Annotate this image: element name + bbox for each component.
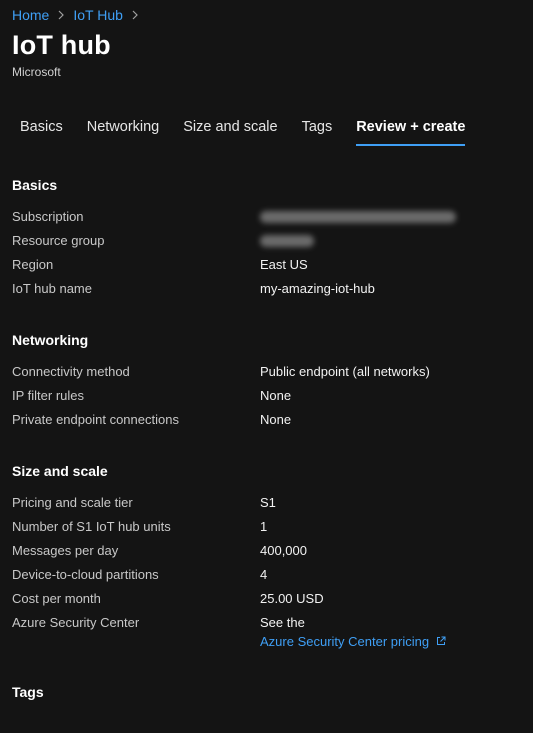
publisher-subtitle: Microsoft [12, 65, 61, 79]
row-label: IP filter rules [12, 388, 85, 403]
subscription-value-redacted [260, 209, 456, 226]
external-link-icon [436, 634, 446, 645]
summary-row-ip-filter: IP filter rules None [12, 388, 522, 406]
resource-group-value-redacted [260, 233, 314, 250]
row-label: Connectivity method [12, 364, 130, 379]
row-label: Number of S1 IoT hub units [12, 519, 171, 534]
row-value: East US [260, 257, 308, 272]
row-label: Private endpoint connections [12, 412, 179, 427]
row-value: my-amazing-iot-hub [260, 281, 375, 296]
summary-row-messages: Messages per day 400,000 [12, 543, 522, 561]
summary-row-hub-name: IoT hub name my-amazing-iot-hub [12, 281, 522, 299]
redacted-blur [260, 211, 456, 223]
section-title-basics: Basics [12, 177, 58, 193]
summary-row-resource-group: Resource group [12, 233, 522, 251]
row-value: See the Azure Security Center pricing [260, 615, 446, 649]
row-label: Subscription [12, 209, 84, 224]
tab-tags[interactable]: Tags [290, 116, 345, 146]
security-center-pricing-link[interactable]: Azure Security Center pricing [260, 634, 429, 649]
tab-networking[interactable]: Networking [75, 116, 172, 146]
tab-size-and-scale[interactable]: Size and scale [171, 116, 289, 146]
row-value: None [260, 412, 292, 427]
summary-row-private-endpoint: Private endpoint connections None [12, 412, 522, 430]
security-center-text: See the [260, 615, 305, 630]
chevron-right-icon [57, 8, 65, 22]
wizard-tabs: Basics Networking Size and scale Tags Re… [8, 116, 477, 146]
breadcrumb-home-link[interactable]: Home [12, 7, 49, 23]
row-value: 25.00 USD [260, 591, 324, 606]
row-value: Public endpoint (all networks) [260, 364, 430, 379]
page-title: IoT hub [12, 30, 111, 60]
summary-row-hub-units: Number of S1 IoT hub units 1 [12, 519, 522, 537]
summary-row-pricing-tier: Pricing and scale tier S1 [12, 495, 522, 513]
row-label: Device-to-cloud partitions [12, 567, 159, 582]
row-value: None [260, 388, 292, 403]
breadcrumb-iot-hub-link[interactable]: IoT Hub [73, 7, 123, 23]
row-value: 400,000 [260, 543, 307, 558]
summary-row-security-center: Azure Security Center See the Azure Secu… [12, 615, 522, 655]
section-title-size-and-scale: Size and scale [12, 463, 108, 479]
row-label: Resource group [12, 233, 105, 248]
breadcrumb: Home IoT Hub [12, 7, 147, 23]
tab-basics[interactable]: Basics [8, 116, 75, 146]
summary-row-cost: Cost per month 25.00 USD [12, 591, 522, 609]
section-title-networking: Networking [12, 332, 89, 348]
iot-hub-review-page: Home IoT Hub IoT hub Microsoft Basics Ne… [0, 0, 533, 733]
row-label: IoT hub name [12, 281, 92, 296]
tab-review-create[interactable]: Review + create [344, 116, 477, 146]
summary-row-connectivity: Connectivity method Public endpoint (all… [12, 364, 522, 382]
section-title-tags: Tags [12, 684, 44, 700]
row-label: Region [12, 257, 54, 272]
row-label: Pricing and scale tier [12, 495, 133, 510]
summary-row-subscription: Subscription [12, 209, 522, 227]
summary-row-region: Region East US [12, 257, 522, 275]
row-label: Azure Security Center [12, 615, 140, 630]
chevron-right-icon [131, 8, 139, 22]
row-value: 4 [260, 567, 268, 582]
row-label: Cost per month [12, 591, 101, 606]
row-value: 1 [260, 519, 268, 534]
summary-row-partitions: Device-to-cloud partitions 4 [12, 567, 522, 585]
row-label: Messages per day [12, 543, 119, 558]
redacted-blur [260, 235, 314, 247]
row-value: S1 [260, 495, 276, 510]
